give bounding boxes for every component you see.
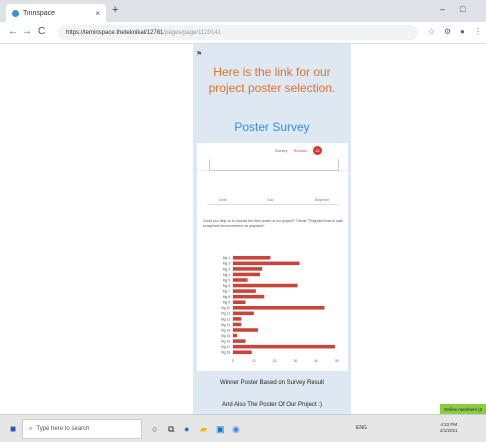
search-placeholder: Type here to search (36, 426, 90, 432)
bar (233, 256, 271, 260)
bar (233, 306, 325, 310)
category-label: Mg 13 (221, 323, 230, 327)
new-tab-button[interactable]: + (112, 4, 118, 16)
category-label: Mg 18 (221, 351, 230, 355)
bar (233, 344, 335, 349)
forward-button[interactable]: → (22, 26, 32, 37)
task-view-icon[interactable]: ⧉ (168, 424, 174, 435)
clock-date: 2/1/2021 (440, 428, 458, 433)
system-tray-language[interactable]: ENG (356, 425, 367, 431)
tab-results[interactable]: Results (293, 148, 306, 153)
bookmark-star-icon[interactable]: ☆ (428, 27, 435, 36)
url-input[interactable]: https://teminspace.theteknikal/12781/pag… (58, 25, 418, 40)
bar (233, 350, 252, 354)
scale-mid-label: Goo (267, 198, 274, 202)
tab-close-icon[interactable]: × (95, 9, 100, 18)
bar (233, 322, 242, 327)
browser-tab-bar: Tinnspace × + – □ (0, 0, 486, 22)
category-label: Mg 6 (223, 284, 230, 288)
category-label: Mg 12 (221, 317, 230, 321)
project-poster-caption: And Also The Poster Of Our Project :) (222, 402, 322, 408)
bar (233, 272, 261, 277)
x-tick-label: 30 (294, 359, 298, 363)
taskbar-search-input[interactable]: ⌕ Type here to search (22, 419, 142, 439)
bar (233, 333, 238, 338)
bar (233, 261, 300, 266)
windows-start-icon[interactable]: ■ (10, 424, 16, 435)
page-heading: Here is the link for our project poster … (208, 65, 336, 95)
bar (233, 294, 265, 299)
bar (233, 339, 246, 343)
scale-right-label: Beginner (315, 198, 330, 202)
bar (233, 289, 256, 293)
embed-frame (209, 159, 339, 171)
x-tick-label: 20 (273, 359, 277, 363)
x-tick-label: 10 (252, 359, 256, 363)
edge-icon[interactable]: ● (184, 424, 189, 434)
embed-tabs: Survey Results 13 (275, 146, 322, 155)
taskbar-clock[interactable]: 4:23 PM 2/1/2021 (440, 422, 458, 434)
extensions-icon[interactable]: ⚙ (444, 27, 451, 36)
store-icon[interactable]: ▣ (216, 424, 225, 435)
search-icon: ⌕ (29, 425, 33, 432)
winner-caption: Winner Poster Based on Survey Result (219, 380, 325, 386)
x-tick-label: 40 (314, 359, 318, 363)
survey-embed: Survey Results 13 Draft Goo Beginner Cou… (197, 143, 348, 371)
url-host: https://teminspace.theteknikal/12781 (66, 29, 164, 36)
cortana-icon[interactable]: ○ (152, 424, 157, 434)
address-bar-row: ← → C https://teminspace.theteknikal/127… (0, 22, 486, 44)
category-label: Mg 3 (223, 267, 230, 271)
bar (233, 278, 248, 282)
category-label: Mg 16 (221, 340, 230, 344)
page-content: ⚑ Here is the link for our project poste… (0, 44, 486, 416)
survey-question: Could you help us to choose the best pos… (203, 219, 343, 228)
tab-survey[interactable]: Survey (275, 148, 287, 153)
bar (233, 283, 298, 288)
category-label: Mg 14 (221, 328, 230, 332)
chrome-icon[interactable]: ◉ (232, 424, 240, 435)
bar (233, 328, 258, 332)
category-label: Mg 1 (223, 256, 230, 260)
bar (233, 317, 242, 321)
url-path: /pages/page/1120141 (163, 29, 222, 36)
bar (233, 267, 263, 271)
page-flag-icon: ⚑ (196, 51, 203, 58)
file-explorer-icon[interactable]: ▰ (200, 424, 207, 435)
bar (233, 311, 254, 316)
category-label: Mg 17 (221, 345, 230, 349)
tab-title: Tinnspace (23, 9, 56, 17)
category-label: Mg 2 (223, 262, 230, 266)
survey-link[interactable]: Poster Survey (197, 120, 347, 134)
category-label: Mg 9 (223, 301, 230, 305)
reload-button[interactable]: C (38, 26, 45, 37)
windows-taskbar: ■ ⌕ Type here to search ○ ⧉ ● ▰ ▣ ◉ ENG … (0, 414, 486, 442)
content-panel: ⚑ Here is the link for our project poste… (193, 44, 351, 414)
x-tick-label: 50 (335, 359, 339, 363)
maximize-button[interactable]: □ (460, 4, 465, 14)
profile-icon[interactable]: ● (460, 27, 465, 36)
scale-divider (207, 204, 339, 205)
x-tick-label: 0 (232, 359, 234, 363)
menu-icon[interactable]: ⋮ (474, 27, 482, 36)
category-label: Mg 8 (223, 295, 230, 299)
tab-tinnspace[interactable]: Tinnspace × (6, 4, 106, 22)
category-label: Mg 10 (221, 306, 230, 310)
site-favicon-icon (12, 9, 19, 17)
category-label: Mg 4 (223, 273, 230, 277)
back-button[interactable]: ← (8, 26, 18, 37)
category-label: Mg 5 (223, 278, 230, 282)
category-label: Mg 11 (221, 312, 230, 316)
results-count-badge: 13 (312, 146, 322, 155)
minimize-button[interactable]: – (440, 4, 445, 14)
results-bar-chart: Mg 1Mg 2Mg 3Mg 4Mg 5Mg 6Mg 7Mg 8Mg 9Mg 1… (221, 255, 339, 363)
scale-left-label: Draft (219, 198, 227, 202)
bar (233, 300, 246, 304)
category-label: Mg 15 (221, 334, 230, 338)
category-label: Mg 7 (223, 290, 230, 294)
